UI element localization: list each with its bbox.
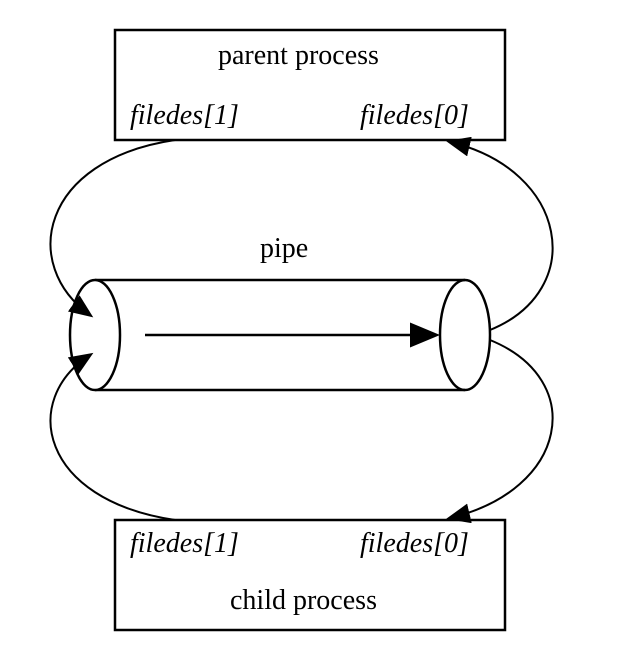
diagram-svg (0, 0, 618, 656)
pipe-label: pipe (260, 233, 308, 265)
parent-title: parent process (218, 40, 379, 72)
parent-write-fd-label: filedes[1] (130, 100, 239, 132)
parent-read-fd-label: filedes[0] (360, 100, 469, 132)
parent-write-arrow (51, 140, 175, 315)
child-write-arrow (51, 355, 175, 520)
child-write-fd-label: filedes[1] (130, 528, 239, 560)
child-read-fd-label: filedes[0] (360, 528, 469, 560)
child-title: child process (230, 585, 377, 617)
